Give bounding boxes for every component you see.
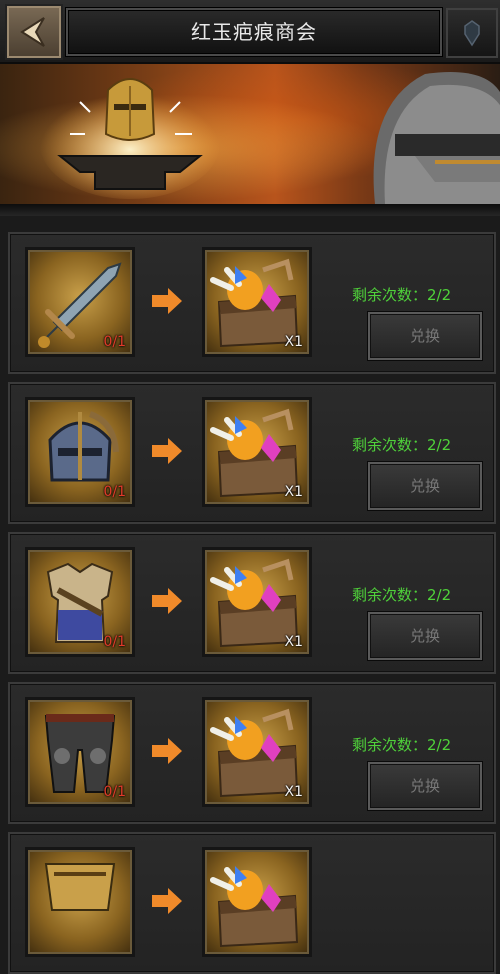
exchange-row: 0/1 X1 剩余次数：2/2 兑换 [8,232,496,374]
crest-button[interactable] [446,8,498,58]
item-slot[interactable]: 0/1 [25,697,135,807]
arrow-right-icon [152,288,182,314]
back-button[interactable] [5,4,63,60]
remaining-count: 剩余次数：2/2 [352,286,452,304]
exchange-button[interactable]: 兑换 [368,612,482,660]
anvil-helmet-icon [40,78,220,199]
knight-helmet-icon [373,72,500,204]
banner-divider [0,204,500,216]
exchange-row: 0/1 X1 剩余次数：2/2 兑换 [8,682,496,824]
item-count: 0/1 [103,634,126,650]
item-slot[interactable]: 0/1 [25,547,135,657]
reward-slot[interactable]: X1 [202,697,312,807]
back-arrow-icon [20,17,45,47]
reward-count: X1 [284,784,304,800]
item-slot[interactable]: 0/1 [25,247,135,357]
reward-slot[interactable] [202,847,312,957]
exchange-button[interactable]: 兑换 [368,462,482,510]
item-count: 0/1 [103,484,126,500]
arrow-right-icon [152,438,182,464]
reward-count: X1 [284,334,304,350]
item-slot[interactable] [25,847,135,957]
exchange-button[interactable]: 兑换 [368,312,482,360]
arrow-right-icon [152,888,182,914]
crest-icon [464,20,480,47]
exchange-list[interactable]: 0/1 X1 剩余次数：2/2 兑换 0/1 X1 剩余次数：2/2 兑换 0/… [0,216,500,974]
arrow-right-icon [152,588,182,614]
reward-count: X1 [284,484,304,500]
remaining-count: 剩余次数：2/2 [352,436,452,454]
exchange-row [8,832,496,974]
item-count: 0/1 [103,784,126,800]
treasure-chest-icon [210,866,299,948]
armor-piece-icon [44,863,116,911]
banner [0,64,500,204]
reward-slot[interactable]: X1 [202,547,312,657]
page-title: 红玉疤痕商会 [66,8,442,56]
remaining-count: 剩余次数：2/2 [352,736,452,754]
title-bar: 红玉疤痕商会 [0,0,500,64]
arrow-right-icon [152,738,182,764]
item-slot[interactable]: 0/1 [25,397,135,507]
exchange-row: 0/1 X1 剩余次数：2/2 兑换 [8,382,496,524]
exchange-button[interactable]: 兑换 [368,762,482,810]
reward-slot[interactable]: X1 [202,397,312,507]
item-count: 0/1 [103,334,126,350]
reward-count: X1 [284,634,304,650]
exchange-row: 0/1 X1 剩余次数：2/2 兑换 [8,532,496,674]
reward-slot[interactable]: X1 [202,247,312,357]
remaining-count: 剩余次数：2/2 [352,586,452,604]
